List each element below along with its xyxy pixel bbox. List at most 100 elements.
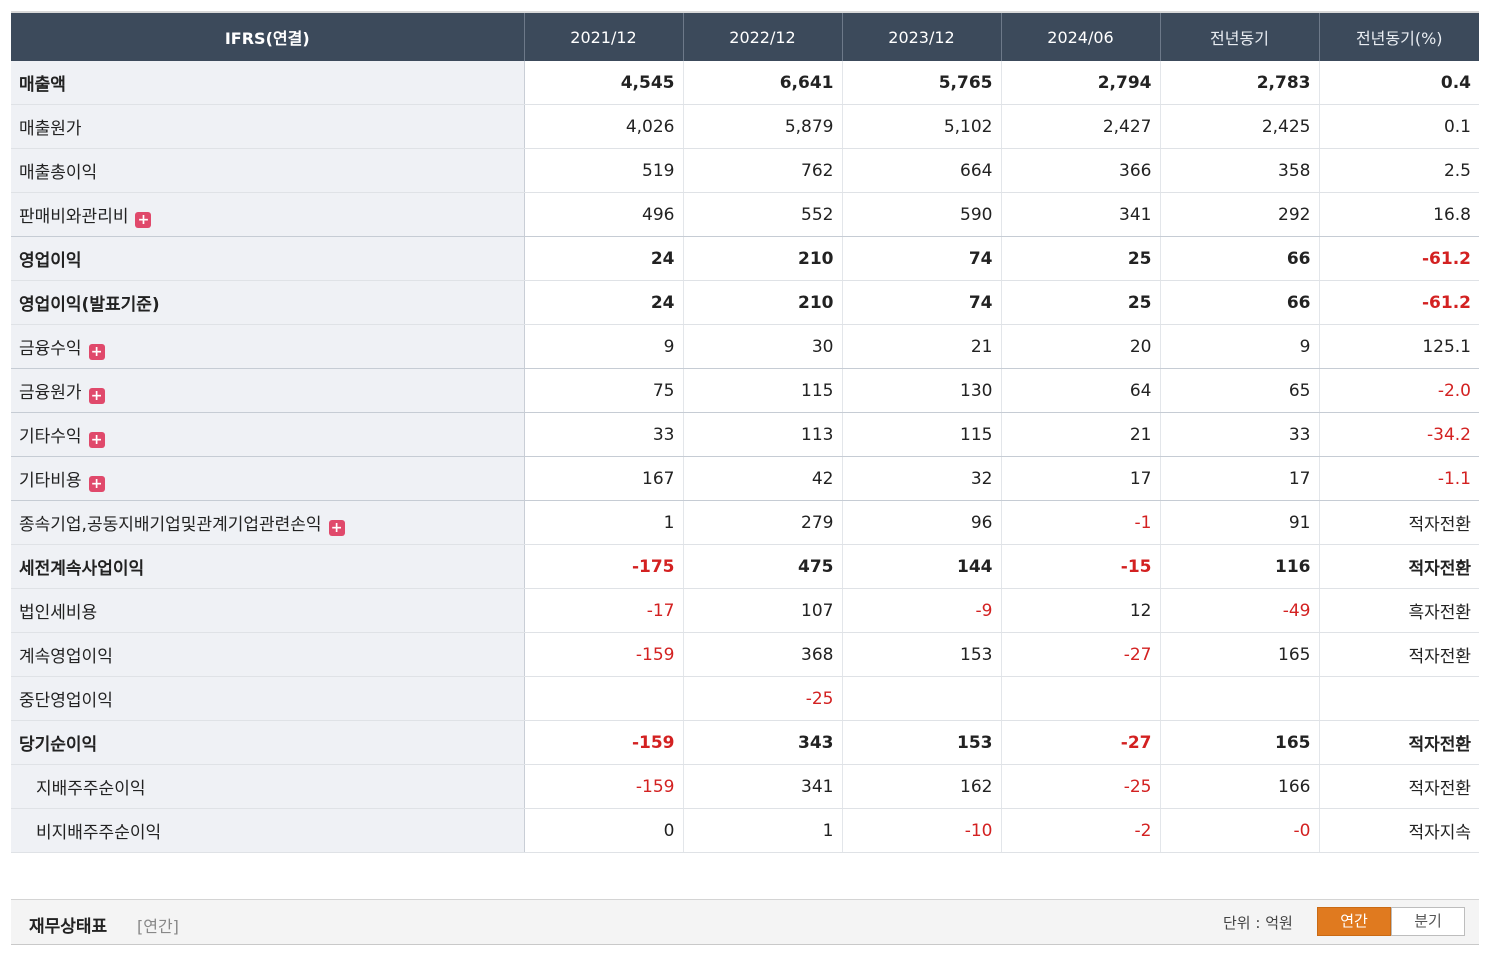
value-cell: 4,545 xyxy=(523,61,683,105)
value-cell: 5,765 xyxy=(841,61,1001,105)
value-cell: 115 xyxy=(841,412,1001,457)
value-cell: 74 xyxy=(841,280,1001,325)
value-cell: -159 xyxy=(523,720,683,765)
value-cell: -25 xyxy=(1000,764,1160,809)
value-cell: 21 xyxy=(841,324,1001,369)
value-cell xyxy=(841,676,1001,721)
table-row: 당기순이익 -159 343 153 -27 165 적자전환 xyxy=(11,720,1479,765)
value-cell: 0 xyxy=(523,808,683,853)
expand-plus-icon[interactable]: + xyxy=(135,211,152,228)
value-cell: 적자전환 xyxy=(1318,764,1479,809)
row-label: 영업이익(발표기준) xyxy=(19,295,160,315)
value-cell: 2,427 xyxy=(1000,104,1160,149)
value-cell: 17 xyxy=(1000,456,1160,501)
value-cell: 91 xyxy=(1159,500,1319,545)
value-cell: 42 xyxy=(682,456,842,501)
value-cell: -2 xyxy=(1000,808,1160,853)
table-row: 기타비용 +167 42 32 17 17 -1.1 xyxy=(11,456,1479,501)
value-cell: -27 xyxy=(1000,720,1160,765)
value-cell: 496 xyxy=(523,192,683,237)
value-cell: 341 xyxy=(682,764,842,809)
expand-plus-icon[interactable]: + xyxy=(88,475,105,492)
value-cell: 9 xyxy=(1159,324,1319,369)
value-cell: 279 xyxy=(682,500,842,545)
quarter-toggle-button[interactable]: 분기 xyxy=(1391,907,1465,936)
expand-plus-icon[interactable]: + xyxy=(328,519,345,536)
section-title: 재무상태표 xyxy=(29,917,108,937)
value-cell: 2.5 xyxy=(1318,148,1479,193)
header-2023-12: 2023/12 xyxy=(841,13,1001,61)
header-2022-12: 2022/12 xyxy=(682,13,842,61)
row-label: 계속영업이익 xyxy=(19,647,113,667)
value-cell: 762 xyxy=(682,148,842,193)
table-row: 영업이익(발표기준) 24 210 74 25 66 -61.2 xyxy=(11,280,1479,325)
value-cell: 1 xyxy=(682,808,842,853)
value-cell: -27 xyxy=(1000,632,1160,677)
value-cell: -49 xyxy=(1159,588,1319,633)
row-label-cell: 법인세비용 xyxy=(11,588,525,633)
value-cell: 116 xyxy=(1159,544,1319,589)
table-row: 금융원가 +75 115 130 64 65 -2.0 xyxy=(11,368,1479,413)
row-label: 비지배주주순이익 xyxy=(36,823,162,843)
value-cell: -10 xyxy=(841,808,1001,853)
value-cell: -159 xyxy=(523,632,683,677)
expand-plus-icon[interactable]: + xyxy=(88,343,105,360)
expand-plus-icon[interactable]: + xyxy=(88,387,105,404)
table-row: 종속기업,공동지배기업및관계기업관련손익 +1 279 96 -1 91 적자전환 xyxy=(11,500,1479,545)
value-cell: 0.1 xyxy=(1318,104,1479,149)
value-cell: -61.2 xyxy=(1318,280,1479,325)
value-cell: 475 xyxy=(682,544,842,589)
value-cell: 24 xyxy=(523,280,683,325)
section-subtitle: [연간] xyxy=(137,917,179,936)
value-cell: 519 xyxy=(523,148,683,193)
row-label-cell: 당기순이익 xyxy=(11,720,525,765)
row-label: 당기순이익 xyxy=(19,735,98,755)
table-row: 매출액 4,545 6,641 5,765 2,794 2,783 0.4 xyxy=(11,61,1479,105)
unit-label: 단위 : 억원 xyxy=(1223,914,1293,932)
value-cell: 17 xyxy=(1159,456,1319,501)
value-cell: 113 xyxy=(682,412,842,457)
value-cell xyxy=(1318,676,1479,721)
value-cell: 358 xyxy=(1159,148,1319,193)
value-cell: 24 xyxy=(523,236,683,281)
value-cell: 33 xyxy=(523,412,683,457)
annual-toggle-button[interactable]: 연간 xyxy=(1317,907,1391,936)
value-cell: 162 xyxy=(841,764,1001,809)
value-cell: 21 xyxy=(1000,412,1160,457)
header-prev-year: 전년동기 xyxy=(1159,13,1319,61)
table-row: 지배주주순이익 -159 341 162 -25 166 적자전환 xyxy=(11,764,1479,809)
value-cell: 166 xyxy=(1159,764,1319,809)
value-cell: 0.4 xyxy=(1318,61,1479,105)
value-cell: 적자지속 xyxy=(1318,808,1479,853)
value-cell: 32 xyxy=(841,456,1001,501)
value-cell: 368 xyxy=(682,632,842,677)
table-row: 영업이익 24 210 74 25 66 -61.2 xyxy=(11,236,1479,281)
table-row: 매출원가 4,026 5,879 5,102 2,427 2,425 0.1 xyxy=(11,104,1479,149)
row-label-cell: 기타수익 + xyxy=(11,412,525,457)
table-row: 금융수익 +9 30 21 20 9 125.1 xyxy=(11,324,1479,369)
value-cell: 552 xyxy=(682,192,842,237)
row-label-cell: 세전계속사업이익 xyxy=(11,544,525,589)
value-cell: -61.2 xyxy=(1318,236,1479,281)
value-cell: 2,794 xyxy=(1000,61,1160,105)
table-row: 매출총이익 519 762 664 366 358 2.5 xyxy=(11,148,1479,193)
value-cell: -9 xyxy=(841,588,1001,633)
value-cell: 16.8 xyxy=(1318,192,1479,237)
value-cell: -34.2 xyxy=(1318,412,1479,457)
value-cell: 30 xyxy=(682,324,842,369)
value-cell: 적자전환 xyxy=(1318,720,1479,765)
value-cell: 65 xyxy=(1159,368,1319,413)
table-row: 중단영업이익 -25 xyxy=(11,676,1479,721)
table-header-row: IFRS(연결) 2021/12 2022/12 2023/12 2024/06… xyxy=(11,13,1479,61)
expand-plus-icon[interactable]: + xyxy=(88,431,105,448)
row-label-cell: 영업이익 xyxy=(11,236,525,281)
row-label-cell: 매출원가 xyxy=(11,104,525,149)
row-label-cell: 기타비용 + xyxy=(11,456,525,501)
value-cell: 115 xyxy=(682,368,842,413)
value-cell: -17 xyxy=(523,588,683,633)
value-cell: 9 xyxy=(523,324,683,369)
value-cell: 292 xyxy=(1159,192,1319,237)
row-label-cell: 중단영업이익 xyxy=(11,676,525,721)
header-2024-06: 2024/06 xyxy=(1000,13,1160,61)
value-cell: 210 xyxy=(682,236,842,281)
